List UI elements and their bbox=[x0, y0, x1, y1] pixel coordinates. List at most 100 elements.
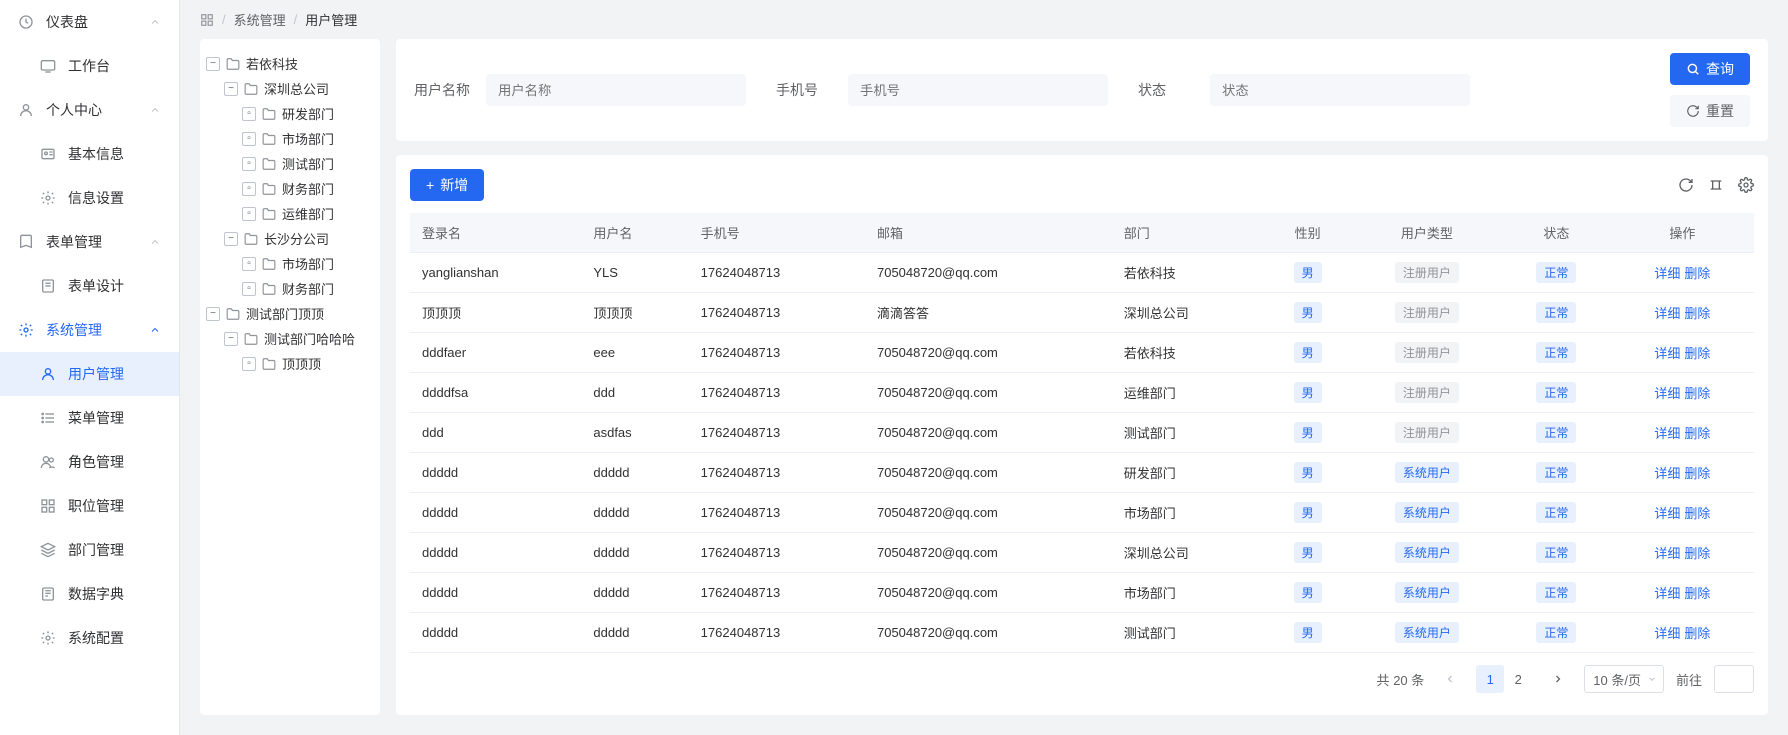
delete-button[interactable]: 删除 bbox=[1684, 266, 1710, 281]
nav-item[interactable]: 基本信息 bbox=[0, 132, 179, 176]
detail-button[interactable]: 详细 bbox=[1654, 466, 1680, 481]
tree-leaf-icon: ▫ bbox=[242, 157, 256, 171]
sidebar: 仪表盘工作台个人中心基本信息信息设置表单管理表单设计系统管理用户管理菜单管理角色… bbox=[0, 0, 180, 735]
delete-button[interactable]: 删除 bbox=[1684, 346, 1710, 361]
nav-item[interactable]: 信息设置 bbox=[0, 176, 179, 220]
delete-button[interactable]: 删除 bbox=[1684, 426, 1710, 441]
page-number[interactable]: 1 bbox=[1476, 665, 1504, 693]
nav-item[interactable]: 部门管理 bbox=[0, 528, 179, 572]
cell-name: YLS bbox=[581, 253, 688, 293]
detail-button[interactable]: 详细 bbox=[1654, 586, 1680, 601]
nav-group[interactable]: 个人中心 bbox=[0, 88, 179, 132]
tree-node[interactable]: ▫市场部门 bbox=[206, 126, 374, 151]
detail-button[interactable]: 详细 bbox=[1654, 306, 1680, 321]
table-row: dddddddddd17624048713705048720@qq.com测试部… bbox=[410, 613, 1754, 653]
delete-button[interactable]: 删除 bbox=[1684, 386, 1710, 401]
add-button[interactable]: + 新增 bbox=[410, 169, 484, 201]
tree-leaf-icon: ▫ bbox=[242, 132, 256, 146]
nav-item[interactable]: 角色管理 bbox=[0, 440, 179, 484]
columns-icon[interactable] bbox=[1708, 177, 1724, 193]
tree-node[interactable]: ▫财务部门 bbox=[206, 176, 374, 201]
delete-button[interactable]: 删除 bbox=[1684, 626, 1710, 641]
tree-node[interactable]: − 长沙分公司 bbox=[206, 226, 374, 251]
tree-collapse-icon[interactable]: − bbox=[224, 82, 238, 96]
nav-group[interactable]: 表单管理 bbox=[0, 220, 179, 264]
cell-gender: 男 bbox=[1263, 453, 1352, 493]
search-button[interactable]: 查询 bbox=[1670, 53, 1750, 85]
tree-node[interactable]: −若依科技 bbox=[206, 51, 374, 76]
delete-button[interactable]: 删除 bbox=[1684, 306, 1710, 321]
tree-node-label: 长沙分公司 bbox=[264, 229, 329, 248]
nav-item[interactable]: 系统配置 bbox=[0, 616, 179, 660]
cell-name: ddd bbox=[581, 373, 688, 413]
tree-node[interactable]: ▫顶顶顶 bbox=[206, 351, 374, 376]
tree-node-label: 测试部门 bbox=[282, 154, 334, 173]
filter-label: 用户名称 bbox=[414, 80, 470, 100]
page-number[interactable]: 2 bbox=[1504, 665, 1532, 693]
delete-button[interactable]: 删除 bbox=[1684, 586, 1710, 601]
nav-group[interactable]: 系统管理 bbox=[0, 308, 179, 352]
phone-input[interactable] bbox=[848, 74, 1108, 106]
nav-item[interactable]: 用户管理 bbox=[0, 352, 179, 396]
cell-status: 正常 bbox=[1502, 493, 1611, 533]
cell-email: 705048720@qq.com bbox=[865, 573, 1112, 613]
cell-phone: 17624048713 bbox=[689, 573, 865, 613]
prev-page-button[interactable] bbox=[1436, 665, 1464, 693]
nav-group[interactable]: 仪表盘 bbox=[0, 0, 179, 44]
cell-name: ddddd bbox=[581, 573, 688, 613]
table-header: 状态 bbox=[1502, 213, 1611, 253]
detail-button[interactable]: 详细 bbox=[1654, 426, 1680, 441]
filter-username: 用户名称 bbox=[414, 74, 746, 106]
detail-button[interactable]: 详细 bbox=[1654, 346, 1680, 361]
nav-group-label: 仪表盘 bbox=[46, 12, 88, 32]
tree-node[interactable]: ▫市场部门 bbox=[206, 251, 374, 276]
nav-item[interactable]: 数据字典 bbox=[0, 572, 179, 616]
table-header: 操作 bbox=[1611, 213, 1754, 253]
cell-email: 705048720@qq.com bbox=[865, 413, 1112, 453]
nav-item[interactable]: 职位管理 bbox=[0, 484, 179, 528]
delete-button[interactable]: 删除 bbox=[1684, 546, 1710, 561]
cell-name: ddddd bbox=[581, 613, 688, 653]
detail-button[interactable]: 详细 bbox=[1654, 386, 1680, 401]
status-tag: 正常 bbox=[1536, 622, 1576, 643]
username-input[interactable] bbox=[486, 74, 746, 106]
nav-item[interactable]: 表单设计 bbox=[0, 264, 179, 308]
table-header: 用户类型 bbox=[1352, 213, 1502, 253]
refresh-icon[interactable] bbox=[1678, 177, 1694, 193]
tree-collapse-icon[interactable]: − bbox=[206, 307, 220, 321]
cell-type: 注册用户 bbox=[1352, 333, 1502, 373]
status-input[interactable] bbox=[1210, 74, 1470, 106]
goto-input[interactable] bbox=[1714, 665, 1754, 693]
detail-button[interactable]: 详细 bbox=[1654, 546, 1680, 561]
tree-node[interactable]: ▫财务部门 bbox=[206, 276, 374, 301]
reset-button[interactable]: 重置 bbox=[1670, 95, 1750, 127]
list-icon bbox=[40, 410, 56, 426]
status-tag: 正常 bbox=[1536, 582, 1576, 603]
delete-button[interactable]: 删除 bbox=[1684, 506, 1710, 521]
gender-tag: 男 bbox=[1294, 422, 1322, 443]
delete-button[interactable]: 删除 bbox=[1684, 466, 1710, 481]
tree-collapse-icon[interactable]: − bbox=[206, 57, 220, 71]
tree-node[interactable]: ▫运维部门 bbox=[206, 201, 374, 226]
tree-node[interactable]: −测试部门顶顶 bbox=[206, 301, 374, 326]
tree-node[interactable]: −测试部门哈哈哈 bbox=[206, 326, 374, 351]
detail-button[interactable]: 详细 bbox=[1654, 266, 1680, 281]
detail-button[interactable]: 详细 bbox=[1654, 626, 1680, 641]
tree-collapse-icon[interactable]: − bbox=[224, 332, 238, 346]
tree-node[interactable]: −深圳总公司 bbox=[206, 76, 374, 101]
table-header: 用户名 bbox=[581, 213, 688, 253]
total-text: 共 20 条 bbox=[1377, 670, 1425, 689]
tree-node[interactable]: ▫研发部门 bbox=[206, 101, 374, 126]
cell-status: 正常 bbox=[1502, 613, 1611, 653]
nav-item[interactable]: 工作台 bbox=[0, 44, 179, 88]
detail-button[interactable]: 详细 bbox=[1654, 506, 1680, 521]
filter-phone: 手机号 bbox=[776, 74, 1108, 106]
gear-icon[interactable] bbox=[1738, 177, 1754, 193]
tree-node[interactable]: ▫ 测试部门 bbox=[206, 151, 374, 176]
breadcrumb-item[interactable]: 系统管理 bbox=[234, 10, 286, 29]
cell-phone: 17624048713 bbox=[689, 533, 865, 573]
page-size-select[interactable]: 10 条/页 bbox=[1584, 665, 1664, 693]
nav-item[interactable]: 菜单管理 bbox=[0, 396, 179, 440]
tree-collapse-icon[interactable]: − bbox=[224, 232, 238, 246]
next-page-button[interactable] bbox=[1544, 665, 1572, 693]
